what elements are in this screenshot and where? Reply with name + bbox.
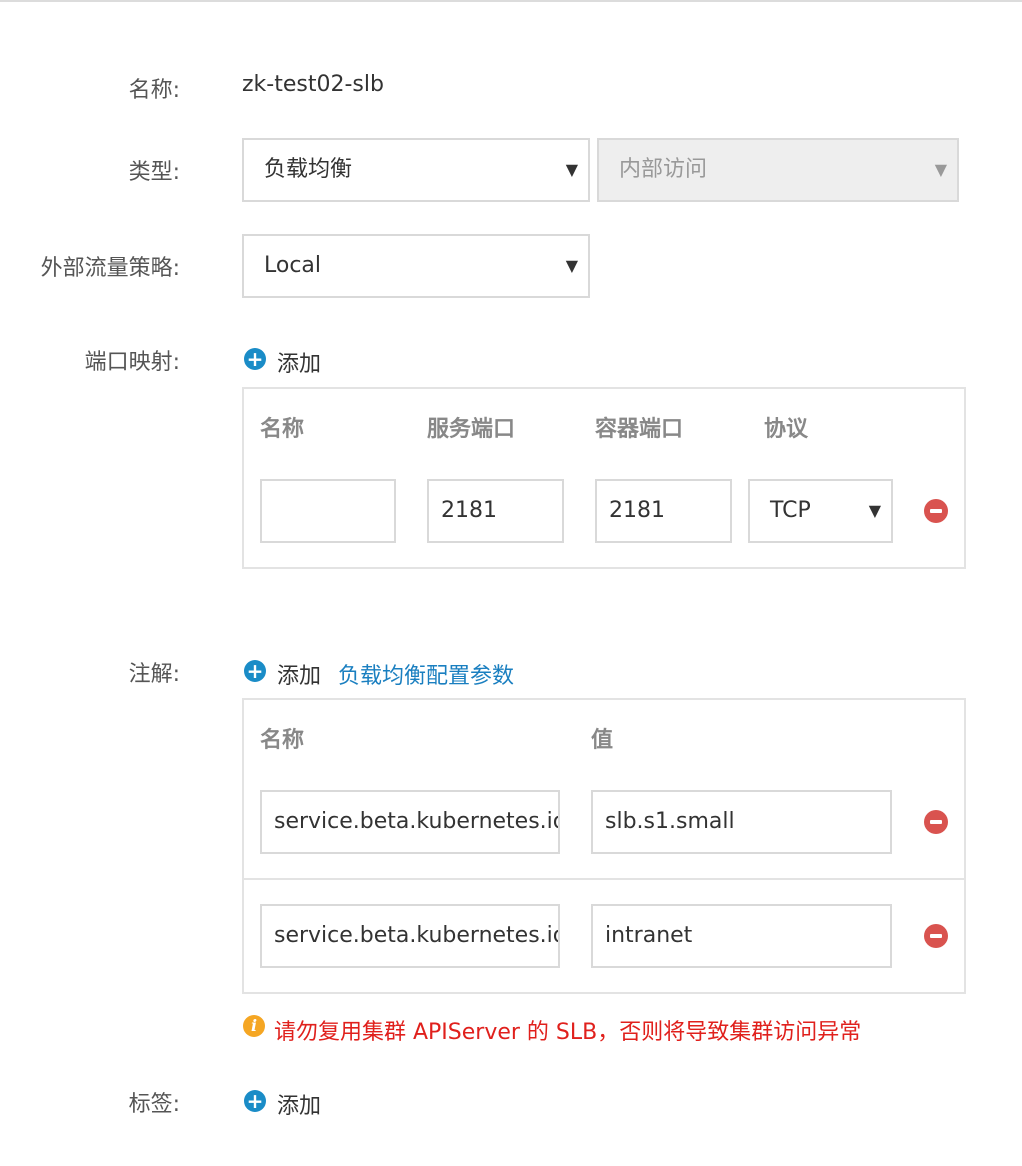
col-header-protocol: 协议	[764, 417, 809, 442]
tags-label: 标签:	[128, 1092, 180, 1117]
type-select[interactable]: 负载均衡 ▼	[242, 138, 590, 202]
plus-circle-icon: +	[244, 348, 266, 370]
name-label: 名称:	[128, 78, 180, 103]
info-icon: i	[243, 1015, 265, 1037]
caret-down-icon: ▼	[868, 501, 881, 520]
minus-circle-icon[interactable]	[924, 499, 948, 523]
traffic-policy-value: Local	[264, 253, 322, 278]
plus-circle-icon: +	[244, 660, 266, 682]
tags-add-label: 添加	[277, 1094, 322, 1119]
type-label: 类型:	[128, 160, 180, 185]
annotation-value-input[interactable]: intranet	[591, 904, 892, 968]
col-header-name: 名称	[260, 417, 305, 442]
top-divider	[0, 0, 1022, 2]
annotations-label: 注解:	[128, 662, 180, 687]
access-type-select: 内部访问 ▼	[597, 138, 959, 202]
traffic-policy-label: 外部流量策略:	[40, 256, 180, 281]
service-port-input[interactable]: 2181	[427, 479, 564, 543]
annotations-add-label: 添加	[277, 664, 322, 689]
container-port-input[interactable]: 2181	[595, 479, 732, 543]
annotations-panel: 名称 值 service.beta.kubernetes.io slb.s1.s…	[242, 698, 966, 994]
protocol-select[interactable]: TCP ▼	[748, 479, 893, 543]
port-name-input[interactable]	[260, 479, 396, 543]
row-divider	[244, 878, 964, 880]
name-value: zk-test02-slb	[242, 72, 384, 97]
col-header-name: 名称	[260, 728, 305, 753]
port-mapping-label: 端口映射:	[84, 350, 180, 375]
caret-down-icon: ▼	[565, 160, 578, 179]
access-type-value: 内部访问	[619, 157, 708, 182]
minus-circle-icon[interactable]	[924, 924, 948, 948]
protocol-value: TCP	[770, 498, 811, 523]
type-select-value: 负载均衡	[264, 157, 353, 182]
minus-circle-icon[interactable]	[924, 810, 948, 834]
annotation-value-input[interactable]: slb.s1.small	[591, 790, 892, 854]
caret-down-icon: ▼	[565, 256, 578, 275]
slb-reuse-warning: 请勿复用集群 APIServer 的 SLB，否则将导致集群访问异常	[274, 1020, 862, 1045]
slb-config-params-link[interactable]: 负载均衡配置参数	[338, 658, 514, 690]
annotation-name-input[interactable]: service.beta.kubernetes.io	[260, 790, 560, 854]
col-header-value: 值	[591, 728, 614, 753]
traffic-policy-select[interactable]: Local ▼	[242, 234, 590, 298]
col-header-container-port: 容器端口	[595, 417, 684, 442]
caret-down-icon: ▼	[934, 160, 947, 179]
col-header-service-port: 服务端口	[427, 417, 516, 442]
port-mapping-panel: 名称 服务端口 容器端口 协议 2181 2181 TCP ▼	[242, 387, 966, 569]
plus-circle-icon: +	[244, 1090, 266, 1112]
annotation-name-input[interactable]: service.beta.kubernetes.io	[260, 904, 560, 968]
port-mapping-add-label: 添加	[277, 352, 322, 377]
